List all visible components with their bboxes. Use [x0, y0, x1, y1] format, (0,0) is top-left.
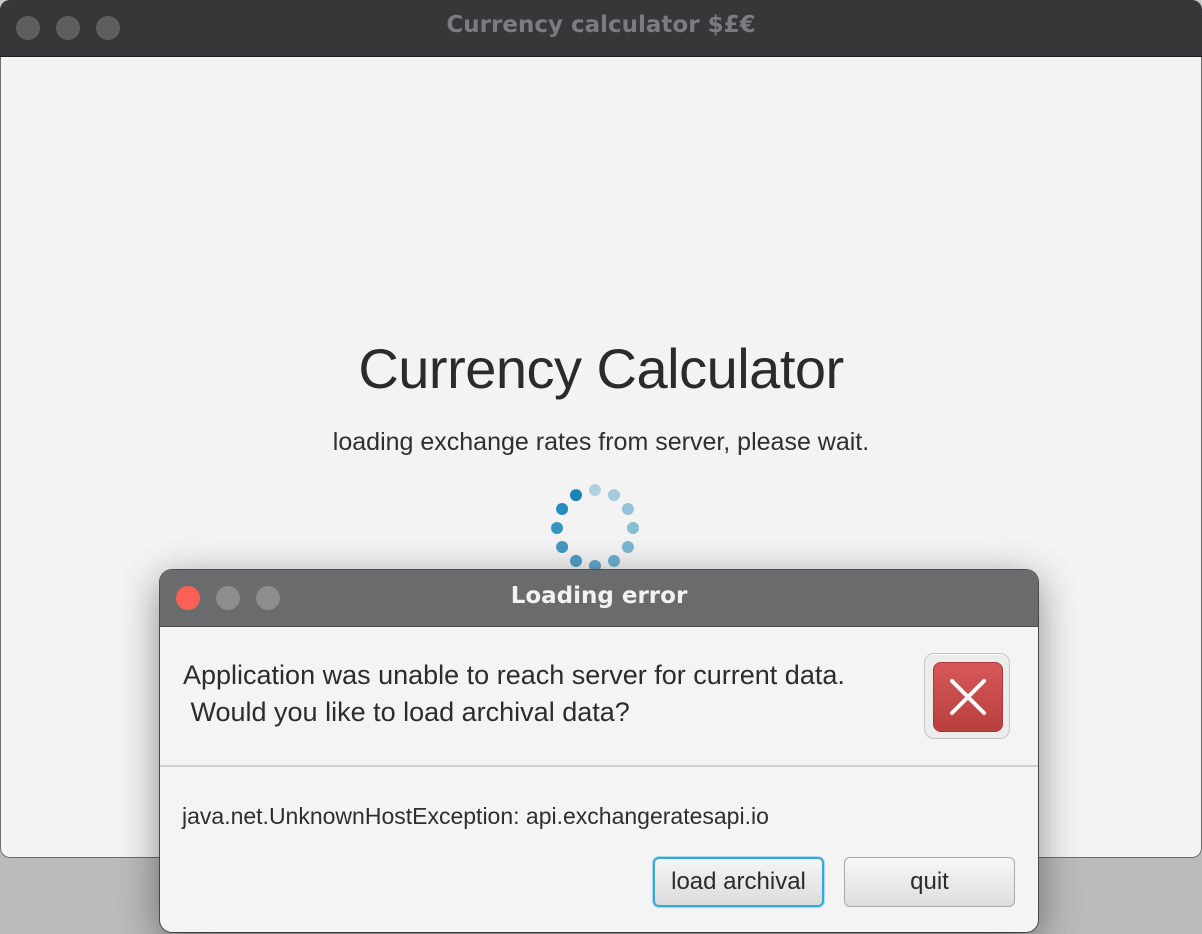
spinner-dot	[556, 503, 569, 515]
spinner-dot	[570, 554, 582, 567]
loading-spinner-icon	[551, 484, 639, 572]
dialog-titlebar: Loading error	[160, 570, 1038, 627]
spinner-dot	[608, 489, 620, 502]
window-title: Currency calculator $£€	[446, 12, 756, 38]
spinner-dot	[551, 522, 563, 534]
spinner-dot	[570, 489, 582, 502]
quit-button[interactable]: quit	[844, 857, 1015, 907]
dialog-message-line: Would you like to load archival data?	[183, 697, 630, 727]
dialog-title: Loading error	[510, 583, 688, 609]
dialog-message-line: Application was unable to reach server f…	[183, 660, 845, 690]
app-heading: Currency Calculator	[358, 337, 844, 400]
load-archival-button[interactable]: load archival	[653, 857, 824, 907]
exception-detail-text: java.net.UnknownHostException: api.excha…	[182, 803, 769, 829]
dialog-message: Application was unable to reach server f…	[183, 657, 903, 731]
error-x-icon	[933, 662, 1003, 732]
spinner-dot	[621, 503, 634, 515]
loading-status-text: loading exchange rates from server, plea…	[332, 428, 870, 456]
spinner-dot	[621, 541, 634, 553]
spinner-dot	[608, 554, 620, 567]
spinner-dot	[556, 541, 569, 553]
loading-error-dialog: Loading error Application was unable to …	[160, 570, 1038, 932]
error-icon-frame	[924, 653, 1010, 739]
main-titlebar: Currency calculator $£€	[0, 0, 1202, 57]
spinner-dot	[589, 484, 601, 496]
spinner-dot	[627, 522, 639, 534]
dialog-header: Application was unable to reach server f…	[160, 627, 1038, 767]
